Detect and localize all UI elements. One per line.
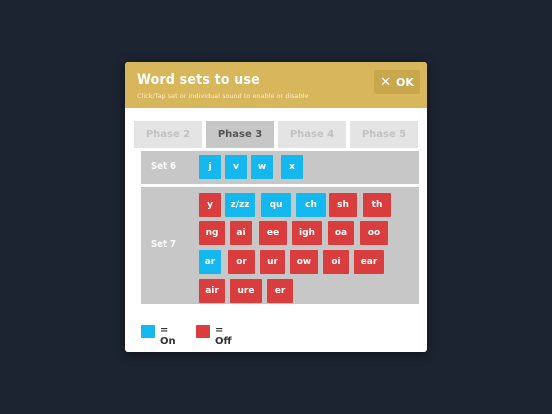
tab-phase-5[interactable]: Phase 5 xyxy=(350,121,418,148)
sound-chip-oi[interactable]: oi xyxy=(323,250,349,274)
dialog-subtitle: Click/Tap set or individual sound to ena… xyxy=(137,92,309,100)
legend-off-label: = Off xyxy=(215,325,232,347)
dialog-header: Word sets to use Click/Tap set or indivi… xyxy=(125,62,427,108)
sound-chip-x[interactable]: x xyxy=(281,155,303,179)
set-row-7[interactable]: Set 7 y z/zz qu ch sh th ng ai ee igh oa oo ar or ur ow… xyxy=(141,187,419,304)
sound-chip-ai[interactable]: ai xyxy=(230,221,252,245)
sound-chip-y[interactable]: y xyxy=(199,193,221,217)
sets-panel: Set 6 jvwx Set 7 y z/zz qu ch sh th ng ai ee igh o… xyxy=(141,151,419,310)
sound-chip-ch[interactable]: ch xyxy=(296,193,326,217)
sound-chip-ur[interactable]: ur xyxy=(260,250,285,274)
sound-chip-ee[interactable]: ee xyxy=(259,221,287,245)
sound-chip-igh[interactable]: igh xyxy=(292,221,322,245)
set-label[interactable]: Set 6 xyxy=(151,161,176,172)
sound-chip-z-zz[interactable]: z/zz xyxy=(225,193,255,217)
sound-chip-oo[interactable]: oo xyxy=(360,221,388,245)
set-label[interactable]: Set 7 xyxy=(151,239,176,250)
ok-button[interactable]: ✕ OK xyxy=(374,70,420,94)
tab-phase-2[interactable]: Phase 2 xyxy=(134,121,202,148)
close-x-icon: ✕ xyxy=(380,74,392,90)
sound-chip-ear[interactable]: ear xyxy=(354,250,384,274)
legend-on-label: = On xyxy=(160,325,176,347)
sound-chip-ar[interactable]: ar xyxy=(199,250,221,274)
ok-label: OK xyxy=(396,75,414,89)
sound-chip-or[interactable]: or xyxy=(228,250,255,274)
sound-chip-ow[interactable]: ow xyxy=(290,250,318,274)
sound-chip-j[interactable]: j xyxy=(199,155,221,179)
legend-on-swatch xyxy=(141,325,155,338)
sound-chip-v[interactable]: v xyxy=(225,155,247,179)
sound-chip-w[interactable]: w xyxy=(251,155,273,179)
set-row-6[interactable]: Set 6 jvwx xyxy=(141,151,419,184)
dialog-title: Word sets to use xyxy=(137,72,260,88)
tab-phase-4[interactable]: Phase 4 xyxy=(278,121,346,148)
sound-chip-qu[interactable]: qu xyxy=(261,193,291,217)
word-sets-dialog: Word sets to use Click/Tap set or indivi… xyxy=(125,62,427,352)
sound-chip-er[interactable]: er xyxy=(267,279,293,303)
legend-off-swatch xyxy=(196,325,210,338)
phase-tabs: Phase 2 Phase 3 Phase 4 Phase 5 xyxy=(134,121,418,148)
tab-phase-3[interactable]: Phase 3 xyxy=(206,121,274,148)
sound-chip-sh[interactable]: sh xyxy=(329,193,357,217)
sound-chip-air[interactable]: air xyxy=(199,279,225,303)
sound-chip-oa[interactable]: oa xyxy=(328,221,354,245)
sound-chip-ure[interactable]: ure xyxy=(230,279,262,303)
sound-chip-ng[interactable]: ng xyxy=(199,221,225,245)
sound-chip-th[interactable]: th xyxy=(363,193,391,217)
